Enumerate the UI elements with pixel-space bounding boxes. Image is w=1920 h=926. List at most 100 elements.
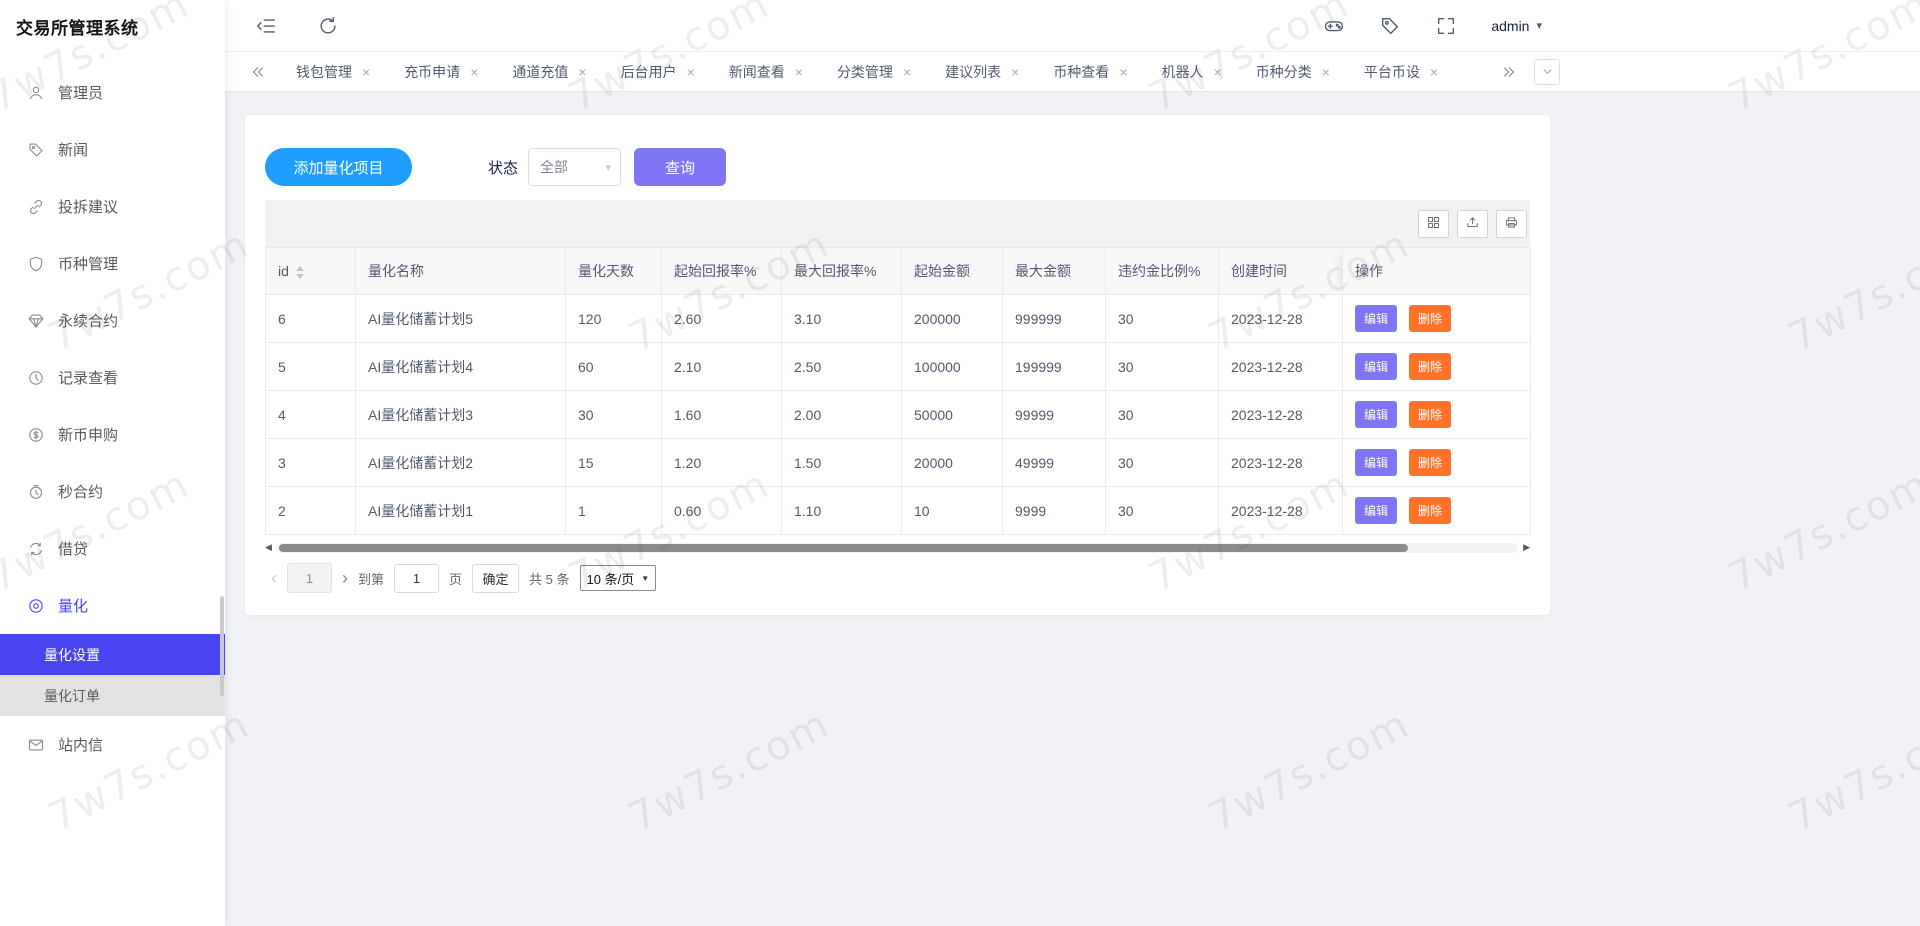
sidebar: 交易所管理系统 管理员 新闻 投拆建议 币种管理 永续合约 记录查看 新币申购 秒合约 借贷 量化… bbox=[0, 0, 225, 926]
gamepad-icon bbox=[1325, 20, 1344, 31]
tab-4[interactable]: 后台用户 × bbox=[604, 52, 712, 91]
tab-close-icon[interactable]: × bbox=[470, 65, 478, 79]
sidebar-scrollbar[interactable] bbox=[220, 596, 224, 696]
chevron-down-icon bbox=[1543, 69, 1551, 74]
mail-icon bbox=[28, 739, 44, 750]
add-quant-item-button[interactable]: 添加量化项目 bbox=[265, 148, 412, 186]
tab-3[interactable]: 通道充值 × bbox=[495, 52, 603, 91]
delete-button[interactable]: 删除 bbox=[1409, 497, 1452, 524]
table-cell: 200000 bbox=[901, 294, 1003, 343]
table-cell: 120 bbox=[565, 294, 662, 343]
quant-settings-card: 添加量化项目 状态 全部 ▾ 查询 id 量化名称 量化天数 起始回报率% 最大… bbox=[245, 115, 1550, 615]
sidebar-item-admin[interactable]: 管理员 bbox=[0, 64, 225, 121]
pricetag-icon[interactable] bbox=[1379, 15, 1401, 37]
edit-button[interactable]: 编辑 bbox=[1355, 353, 1398, 380]
tab-2[interactable]: 充币申请 × bbox=[387, 52, 495, 91]
table-cell: 2023-12-28 bbox=[1218, 486, 1343, 535]
column-header-7: 最大金额 bbox=[1002, 247, 1106, 295]
sidebar-item-currency[interactable]: 币种管理 bbox=[0, 235, 225, 292]
actions-cell: 编辑 删除 bbox=[1342, 486, 1531, 535]
sidebar-item-mail[interactable]: 站内信 bbox=[0, 716, 225, 773]
horizontal-scrollbar[interactable]: ◀ ▶ bbox=[265, 541, 1530, 554]
sidebar-item-quant-settings[interactable]: 量化设置 bbox=[0, 634, 225, 675]
delete-button[interactable]: 删除 bbox=[1409, 401, 1452, 428]
table-cell: 60 bbox=[565, 342, 662, 391]
tab-close-icon[interactable]: × bbox=[795, 65, 803, 79]
sidebar-item-suggest[interactable]: 投拆建议 bbox=[0, 178, 225, 235]
tab-close-icon[interactable]: × bbox=[1322, 65, 1330, 79]
edit-button[interactable]: 编辑 bbox=[1355, 449, 1398, 476]
confirm-page-button[interactable]: 确定 bbox=[472, 563, 520, 593]
tab-close-icon[interactable]: × bbox=[1214, 65, 1222, 79]
prev-page-button[interactable]: ‹ bbox=[271, 568, 277, 589]
sidebar-item-quant-orders[interactable]: 量化订单 bbox=[0, 675, 225, 716]
app-root: 交易所管理系统 管理员 新闻 投拆建议 币种管理 永续合约 记录查看 新币申购 秒合约 借贷 量化… bbox=[0, 0, 1920, 926]
column-header-9: 创建时间 bbox=[1218, 247, 1343, 295]
tab-close-icon[interactable]: × bbox=[362, 65, 370, 79]
edit-button[interactable]: 编辑 bbox=[1355, 497, 1398, 524]
scrollbar-track[interactable] bbox=[276, 542, 1519, 553]
page-size-select[interactable]: 10 条/页 ▼ bbox=[579, 565, 657, 591]
scroll-left-arrow-icon[interactable]: ◀ bbox=[265, 543, 272, 552]
tabs-menu-button[interactable] bbox=[1534, 58, 1560, 85]
tag-icon bbox=[29, 142, 43, 157]
scrollbar-thumb[interactable] bbox=[278, 543, 1409, 552]
user-menu[interactable]: admin ▾ bbox=[1491, 18, 1542, 34]
column-header-1[interactable]: id bbox=[265, 247, 356, 295]
columns-filter-button[interactable] bbox=[1418, 209, 1449, 238]
refresh-button[interactable] bbox=[317, 15, 339, 37]
actions-cell: 编辑 删除 bbox=[1342, 294, 1531, 343]
status-select[interactable]: 全部 ▾ bbox=[528, 148, 622, 186]
tab-1[interactable]: 钱包管理 × bbox=[279, 52, 387, 91]
collapse-sidebar-button[interactable] bbox=[255, 15, 277, 37]
print-button[interactable] bbox=[1496, 209, 1527, 238]
tabs-scroll-left-button[interactable] bbox=[245, 59, 271, 85]
tab-close-icon[interactable]: × bbox=[903, 65, 911, 79]
edit-button[interactable]: 编辑 bbox=[1355, 305, 1398, 332]
delete-button[interactable]: 删除 bbox=[1409, 449, 1452, 476]
tab-5[interactable]: 新闻查看 × bbox=[712, 52, 820, 91]
user-icon bbox=[29, 86, 43, 99]
sidebar-item-quant[interactable]: 量化 bbox=[0, 577, 225, 634]
edit-button[interactable]: 编辑 bbox=[1355, 401, 1398, 428]
tabbar: 钱包管理 × 充币申请 × 通道充值 × 后台用户 × 新闻查看 × 分类管理 × 建议列表 × 币种查看 ×… bbox=[225, 52, 1920, 92]
refresh-icon bbox=[320, 16, 336, 34]
tab-9[interactable]: 机器人 × bbox=[1145, 52, 1239, 91]
table-cell: 10 bbox=[901, 486, 1003, 535]
table-cell: 2023-12-28 bbox=[1218, 438, 1343, 487]
sidebar-item-perpetual[interactable]: 永续合约 bbox=[0, 292, 225, 349]
gamepad-icon[interactable] bbox=[1323, 15, 1345, 37]
tab-6[interactable]: 分类管理 × bbox=[820, 52, 928, 91]
tab-8[interactable]: 币种查看 × bbox=[1036, 52, 1144, 91]
tab-close-icon[interactable]: × bbox=[578, 65, 586, 79]
tab-close-icon[interactable]: × bbox=[1011, 65, 1019, 79]
sidebar-item-new-coin[interactable]: 新币申购 bbox=[0, 406, 225, 463]
export-button[interactable] bbox=[1457, 209, 1488, 238]
sidebar-item-news[interactable]: 新闻 bbox=[0, 121, 225, 178]
tab-close-icon[interactable]: × bbox=[1430, 65, 1438, 79]
goto-page-input[interactable] bbox=[394, 563, 440, 593]
tab-10[interactable]: 币种分类 × bbox=[1239, 52, 1347, 91]
tab-label: 平台币设 bbox=[1363, 63, 1420, 80]
sidebar-item-records[interactable]: 记录查看 bbox=[0, 349, 225, 406]
scroll-right-arrow-icon[interactable]: ▶ bbox=[1523, 543, 1530, 552]
search-button[interactable]: 查询 bbox=[634, 148, 727, 186]
tab-close-icon[interactable]: × bbox=[1119, 65, 1127, 79]
current-page-button[interactable]: 1 bbox=[287, 563, 332, 593]
tab-7[interactable]: 建议列表 × bbox=[928, 52, 1036, 91]
next-page-button[interactable]: › bbox=[342, 568, 348, 589]
sidebar-item-label: 投拆建议 bbox=[58, 199, 119, 216]
delete-button[interactable]: 删除 bbox=[1409, 305, 1452, 332]
tabs-scroll-right-button[interactable] bbox=[1496, 59, 1522, 85]
tab-11[interactable]: 平台币设 × bbox=[1347, 52, 1455, 91]
total-count: 共 5 条 bbox=[529, 571, 570, 587]
delete-button[interactable]: 删除 bbox=[1409, 353, 1452, 380]
chevrons-right-icon bbox=[1503, 66, 1515, 77]
fullscreen-button[interactable] bbox=[1435, 15, 1457, 37]
sidebar-item-loan[interactable]: 借贷 bbox=[0, 520, 225, 577]
sidebar-item-label: 币种管理 bbox=[58, 256, 119, 273]
sort-icon[interactable] bbox=[295, 265, 304, 279]
history-icon bbox=[29, 370, 43, 385]
tab-close-icon[interactable]: × bbox=[687, 65, 695, 79]
sidebar-item-seconds[interactable]: 秒合约 bbox=[0, 463, 225, 520]
